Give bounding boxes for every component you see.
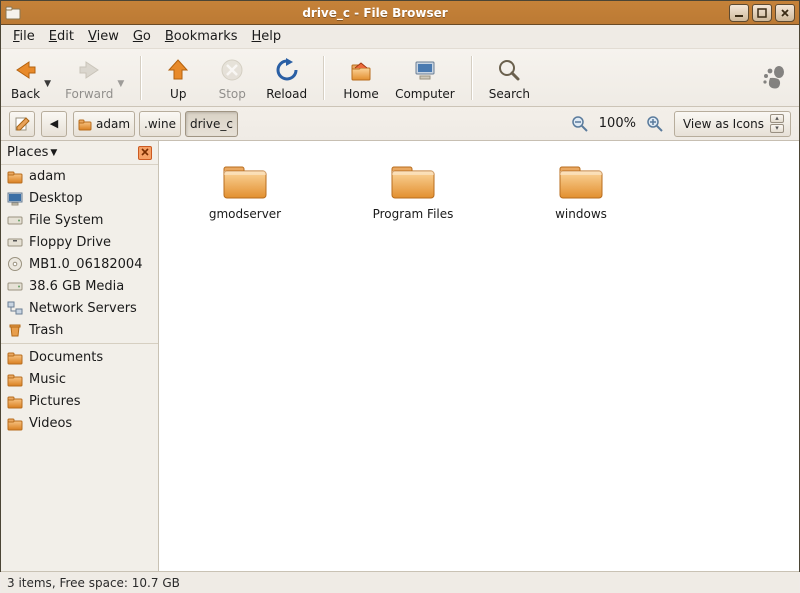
breadcrumb-scroll-left-button[interactable]: ◀ xyxy=(41,111,67,137)
folder-home-icon xyxy=(7,168,23,184)
place-filesystem[interactable]: File System xyxy=(1,209,158,231)
places-list: adam Desktop File System Floppy Drive MB… xyxy=(1,165,158,571)
chevron-left-icon: ◀ xyxy=(50,117,58,130)
stop-icon xyxy=(219,57,245,83)
zoom-out-button[interactable] xyxy=(567,111,593,137)
place-trash[interactable]: Trash xyxy=(1,319,158,341)
folder-icon xyxy=(7,393,23,409)
breadcrumb-home[interactable]: adam xyxy=(73,111,135,137)
place-media[interactable]: 38.6 GB Media xyxy=(1,275,158,297)
sidebar-close-button[interactable] xyxy=(138,146,152,160)
zoom-percent-label: 100% xyxy=(599,116,636,131)
chevron-down-icon: ▼ xyxy=(50,148,57,158)
menu-help[interactable]: Help xyxy=(246,27,288,46)
window-maximize-button[interactable] xyxy=(752,4,772,22)
forward-arrow-icon xyxy=(76,57,102,83)
bookmark-documents[interactable]: Documents xyxy=(1,346,158,368)
folder-icon xyxy=(7,415,23,431)
menu-view[interactable]: View xyxy=(82,27,125,46)
desktop-icon xyxy=(7,190,23,206)
toolbar-separator xyxy=(471,56,473,100)
computer-button[interactable]: Computer xyxy=(393,53,457,103)
trash-icon xyxy=(7,322,23,338)
gnome-logo-icon xyxy=(761,65,787,91)
bookmark-music[interactable]: Music xyxy=(1,368,158,390)
folder-windows[interactable]: windows xyxy=(539,159,623,221)
network-icon xyxy=(7,300,23,316)
location-bar: ◀ adam .wine drive_c 100% View as Icons … xyxy=(1,107,799,141)
file-pane[interactable]: gmodserver Program Files windows xyxy=(159,141,799,571)
view-mode-stepper[interactable]: ▴ ▾ xyxy=(770,114,784,133)
place-desktop[interactable]: Desktop xyxy=(1,187,158,209)
forward-history-dropdown-icon: ▼ xyxy=(117,79,124,89)
back-arrow-icon xyxy=(13,57,39,83)
drive-icon xyxy=(7,278,23,294)
sidebar-separator xyxy=(1,343,158,344)
breadcrumb-segment-wine[interactable]: .wine xyxy=(139,111,181,137)
reload-button[interactable]: Reload xyxy=(264,53,309,103)
folder-home-icon xyxy=(78,117,92,131)
window-close-button[interactable] xyxy=(775,4,795,22)
window-title: drive_c - File Browser xyxy=(21,6,729,20)
cd-icon xyxy=(7,256,23,272)
up-button[interactable]: Up xyxy=(156,53,200,103)
reload-icon xyxy=(274,57,300,83)
close-icon xyxy=(140,147,150,157)
computer-icon xyxy=(411,57,439,83)
main-toolbar: Back ▼ Forward ▼ Up Stop Reload Home Com… xyxy=(1,49,799,107)
menu-file[interactable]: File xyxy=(7,27,41,46)
menu-go[interactable]: Go xyxy=(127,27,157,46)
bookmark-pictures[interactable]: Pictures xyxy=(1,390,158,412)
toggle-location-entry-button[interactable] xyxy=(9,111,35,137)
bookmark-videos[interactable]: Videos xyxy=(1,412,158,434)
zoom-in-button[interactable] xyxy=(642,111,668,137)
forward-button: Forward ▼ xyxy=(63,53,126,103)
chevron-up-icon: ▴ xyxy=(770,114,784,123)
folder-gmodserver[interactable]: gmodserver xyxy=(203,159,287,221)
home-button[interactable]: Home xyxy=(339,53,383,103)
search-icon xyxy=(496,57,522,83)
folder-icon xyxy=(220,159,270,201)
window-icon xyxy=(5,5,21,21)
edit-icon xyxy=(14,116,30,132)
drive-icon xyxy=(7,234,23,250)
up-arrow-icon xyxy=(165,57,191,83)
zoom-in-icon xyxy=(646,115,664,133)
stop-button: Stop xyxy=(210,53,254,103)
place-cd[interactable]: MB1.0_06182004 xyxy=(1,253,158,275)
back-history-dropdown-icon[interactable]: ▼ xyxy=(44,79,51,89)
folder-icon xyxy=(7,371,23,387)
drive-icon xyxy=(7,212,23,228)
folder-icon xyxy=(556,159,606,201)
back-button[interactable]: Back ▼ xyxy=(9,53,53,103)
chevron-down-icon: ▾ xyxy=(770,124,784,133)
place-adam[interactable]: adam xyxy=(1,165,158,187)
toolbar-separator xyxy=(323,56,325,100)
sidebar: Places▼ adam Desktop File System Floppy … xyxy=(1,141,159,571)
folder-program-files[interactable]: Program Files xyxy=(371,159,455,221)
place-floppy[interactable]: Floppy Drive xyxy=(1,231,158,253)
zoom-out-icon xyxy=(571,115,589,133)
menu-edit[interactable]: Edit xyxy=(43,27,80,46)
status-text: 3 items, Free space: 10.7 GB xyxy=(7,576,180,590)
menu-bookmarks[interactable]: Bookmarks xyxy=(159,27,244,46)
breadcrumb-segment-drivec[interactable]: drive_c xyxy=(185,111,238,137)
folder-icon xyxy=(7,349,23,365)
window-minimize-button[interactable] xyxy=(729,4,749,22)
status-bar: 3 items, Free space: 10.7 GB xyxy=(1,571,799,593)
window-titlebar: drive_c - File Browser xyxy=(1,1,799,25)
place-network[interactable]: Network Servers xyxy=(1,297,158,319)
home-icon xyxy=(347,57,375,83)
search-button[interactable]: Search xyxy=(487,53,532,103)
toolbar-separator xyxy=(140,56,142,100)
sidebar-header[interactable]: Places▼ xyxy=(1,141,158,165)
folder-icon xyxy=(388,159,438,201)
menubar: File Edit View Go Bookmarks Help xyxy=(1,25,799,49)
view-mode-selector[interactable]: View as Icons ▴ ▾ xyxy=(674,111,791,137)
